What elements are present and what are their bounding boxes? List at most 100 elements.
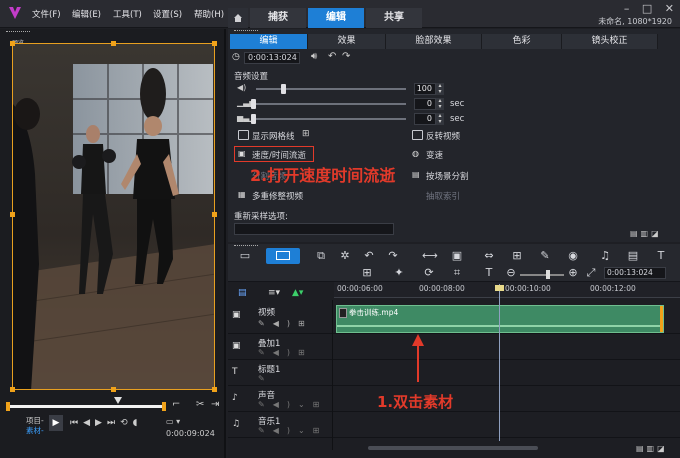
- tools-icon[interactable]: ✲: [338, 250, 352, 262]
- prev-frame-icon[interactable]: ◀: [83, 418, 95, 428]
- preview-video[interactable]: [12, 43, 215, 390]
- crop-handle[interactable]: [111, 387, 116, 392]
- fit-project-icon[interactable]: ⤢: [584, 267, 598, 279]
- zoom-out-icon[interactable]: ⊖: [504, 267, 518, 279]
- show-tracks-icon[interactable]: ≡▾: [268, 288, 280, 298]
- video-clip[interactable]: 拳击训练.mp4: [336, 305, 664, 333]
- fade-out-slider[interactable]: [256, 118, 406, 120]
- scissors-icon[interactable]: ✂: [196, 399, 204, 410]
- crop-handle[interactable]: [212, 41, 217, 46]
- zoom-slider-knob[interactable]: [546, 270, 550, 279]
- trim-icon[interactable]: ⇥: [211, 399, 219, 410]
- maximize-icon[interactable]: □: [642, 2, 652, 15]
- track-motion-icon[interactable]: ⇔: [482, 250, 496, 262]
- subtab-lens-correction[interactable]: 镜头校正: [562, 34, 658, 49]
- menu-help[interactable]: 帮助(H): [194, 8, 224, 20]
- text-tool-icon[interactable]: T: [482, 267, 496, 279]
- volume-value[interactable]: 100: [414, 83, 436, 95]
- timeline-view-button[interactable]: [266, 248, 300, 264]
- text-icon[interactable]: T: [654, 250, 668, 262]
- go-end-icon[interactable]: ⏭: [107, 418, 120, 428]
- clip-end-handle[interactable]: [660, 306, 663, 332]
- reverse-video-label[interactable]: 反转视频: [426, 130, 460, 142]
- variable-speed-button[interactable]: 变速: [426, 149, 443, 161]
- crop-handle[interactable]: [212, 212, 217, 217]
- duration-field[interactable]: 0:00:13:024: [244, 52, 300, 64]
- timeline-timecode[interactable]: 0:00:13:024: [604, 267, 666, 279]
- clip-mode-label[interactable]: 素材-: [26, 425, 44, 436]
- redo-icon[interactable]: ↷: [386, 250, 400, 262]
- tab-edit[interactable]: 编辑: [308, 8, 364, 28]
- minimize-icon[interactable]: –: [624, 2, 630, 15]
- fade-in-spinner[interactable]: ▴ ▾: [436, 98, 444, 110]
- volume-slider[interactable]: [256, 88, 406, 90]
- split-by-scene-button[interactable]: 按场景分割: [426, 170, 469, 182]
- close-icon[interactable]: ✕: [665, 2, 674, 15]
- grid-settings-icon[interactable]: ⊞: [302, 129, 310, 139]
- volume-slider-knob[interactable]: [281, 84, 286, 94]
- grid-icon[interactable]: ⊞: [360, 267, 374, 279]
- play-button[interactable]: ▶: [49, 415, 63, 431]
- tab-capture[interactable]: 捕获: [250, 8, 306, 28]
- title-icon[interactable]: ▤: [626, 250, 640, 262]
- timeline-ruler[interactable]: 00:00:06:00 00:00:08:00 00:00:10:00 00:0…: [334, 282, 680, 298]
- menu-settings[interactable]: 设置(S): [153, 8, 182, 20]
- subtitle-icon[interactable]: ⊞: [510, 250, 524, 262]
- paint-icon[interactable]: ✎: [538, 250, 552, 262]
- volume-spinner[interactable]: ▴ ▾: [436, 83, 444, 95]
- menu-edit[interactable]: 编辑(E): [72, 8, 101, 20]
- fade-in-knob[interactable]: [251, 99, 256, 109]
- speaker-icon[interactable]: 🔊︎: [311, 51, 317, 62]
- storyboard-view-icon[interactable]: ▭: [238, 250, 252, 262]
- home-tab[interactable]: [228, 8, 248, 28]
- crop-handle[interactable]: [10, 41, 15, 46]
- crop-handle[interactable]: [10, 387, 15, 392]
- repeat-icon[interactable]: ⟲: [120, 418, 133, 428]
- track-controls[interactable]: ✎◀)⊞: [258, 348, 313, 357]
- fit-icon[interactable]: ⟷: [422, 250, 438, 262]
- track-controls[interactable]: ✎◀)⊞: [258, 319, 313, 328]
- track-controls[interactable]: ✎◀)⌄⊞: [258, 400, 327, 409]
- tab-share[interactable]: 共享: [366, 8, 422, 28]
- zoom-slider[interactable]: [520, 274, 564, 276]
- fade-out-value[interactable]: 0: [414, 113, 436, 125]
- playhead[interactable]: [499, 284, 500, 441]
- crop-handle[interactable]: [10, 212, 15, 217]
- grid-checkbox[interactable]: [238, 130, 249, 140]
- record-icon[interactable]: ✦: [392, 267, 406, 279]
- menu-tools[interactable]: 工具(T): [113, 8, 142, 20]
- fade-in-value[interactable]: 0: [414, 98, 436, 110]
- copy-icon[interactable]: ⧉: [314, 250, 328, 262]
- preview-scrubber[interactable]: [8, 405, 166, 408]
- crop-icon[interactable]: ⌗: [450, 267, 464, 279]
- show-grid-label[interactable]: 显示网格线: [252, 130, 295, 142]
- crop-handle[interactable]: [111, 41, 116, 46]
- next-frame-icon[interactable]: ▶: [95, 418, 107, 428]
- add-track-icon[interactable]: ▲▾: [292, 288, 303, 298]
- subtab-effects[interactable]: 效果: [308, 34, 386, 49]
- timeline-view-icons[interactable]: ▤▥◪: [636, 444, 668, 453]
- playhead-marker[interactable]: [495, 285, 504, 291]
- speed-time-lapse-button[interactable]: 速度/时间流逝: [252, 149, 306, 161]
- track-controls[interactable]: ✎: [258, 374, 265, 383]
- music-icon[interactable]: ♫: [598, 250, 612, 262]
- mask-icon[interactable]: ◉: [566, 250, 580, 262]
- fade-out-knob[interactable]: [251, 114, 256, 124]
- menu-file[interactable]: 文件(F): [32, 8, 61, 20]
- fade-out-spinner[interactable]: ▴ ▾: [436, 113, 444, 125]
- volume-icon[interactable]: ◖: [133, 418, 143, 428]
- split-icon[interactable]: ⌐: [172, 399, 180, 410]
- mark-in-handle[interactable]: [6, 402, 10, 411]
- mark-out-handle[interactable]: [162, 402, 166, 411]
- aspect-icon[interactable]: ▭ ▾: [166, 417, 180, 426]
- scrubber-thumb[interactable]: [114, 397, 122, 404]
- zoom-in-icon[interactable]: ⊕: [566, 267, 580, 279]
- rotate-left-icon[interactable]: ↶: [328, 51, 336, 62]
- loop-icon[interactable]: ⟳: [422, 267, 436, 279]
- subtab-edit[interactable]: 编辑: [230, 34, 308, 49]
- track-manager-icon[interactable]: ▤: [238, 288, 247, 298]
- undo-icon[interactable]: ↶: [362, 250, 376, 262]
- panel-view-icons[interactable]: ▤▥◪: [630, 229, 662, 238]
- timeline-scrollbar[interactable]: [368, 446, 538, 450]
- track-controls[interactable]: ✎◀)⌄⊞: [258, 426, 327, 435]
